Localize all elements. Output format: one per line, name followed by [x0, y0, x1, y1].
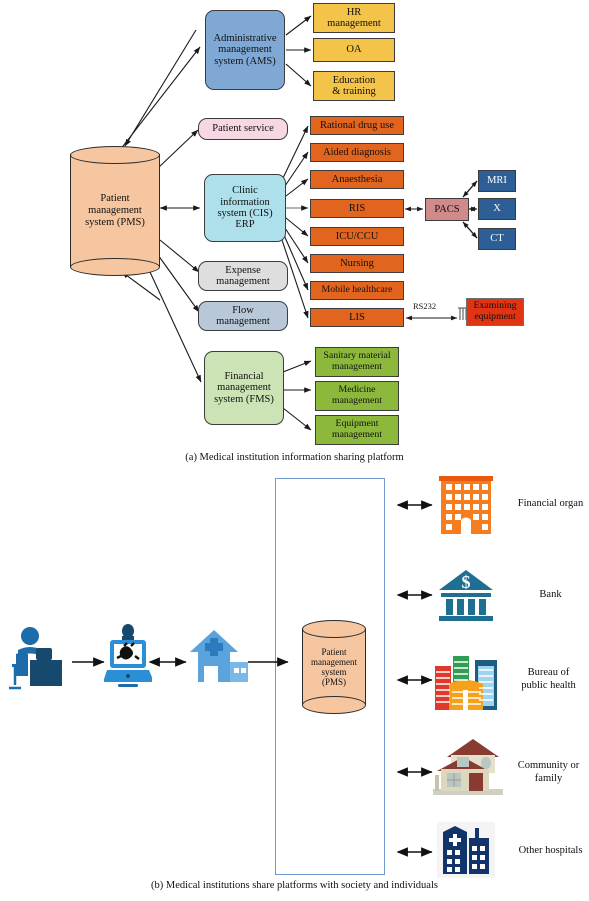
- laptop-telemedicine-icon: [103, 622, 154, 694]
- community-line1: Community or: [517, 760, 580, 771]
- person-at-desk-icon: [8, 620, 70, 696]
- house-villa-icon: [433, 735, 503, 797]
- pms-cylinder-a: Patient management system (PMS): [70, 146, 160, 276]
- pms-b-line3: system: [321, 667, 347, 677]
- pms-b-line4: (PMS): [321, 677, 346, 688]
- pms-label-line3: system (PMS): [85, 216, 145, 228]
- pms-label-line1: Patient: [100, 193, 130, 205]
- caption-panel-b: (b) Medical institutions share platforms…: [151, 880, 438, 891]
- city-buildings-icon: [433, 648, 499, 710]
- pms-b-line2: management: [311, 656, 357, 667]
- hospital-building-icon: [437, 822, 495, 878]
- label-other-hospitals: Other hospitals: [518, 845, 583, 856]
- office-building-icon: [437, 476, 495, 536]
- label-bureau-public-health: Bureau of public health: [508, 667, 589, 692]
- label-bank: Bank: [539, 589, 562, 600]
- bank-icon: $: [437, 566, 495, 624]
- bureau-line1: Bureau of: [527, 667, 570, 678]
- label-community-family: Community or family: [508, 760, 589, 785]
- community-line2: family: [534, 772, 563, 784]
- hospital-house-icon: [186, 620, 250, 692]
- pms-label-line2: management: [88, 205, 142, 217]
- label-financial-organ: Financial organ: [517, 498, 584, 509]
- figure-root: Patient management system (PMS) Administ…: [0, 0, 589, 901]
- pms-b-line1: Patient: [321, 646, 347, 657]
- pms-cylinder-b: Patient management system (PMS): [302, 620, 366, 714]
- svg-text:$: $: [462, 572, 471, 592]
- bureau-line2: public health: [521, 679, 576, 691]
